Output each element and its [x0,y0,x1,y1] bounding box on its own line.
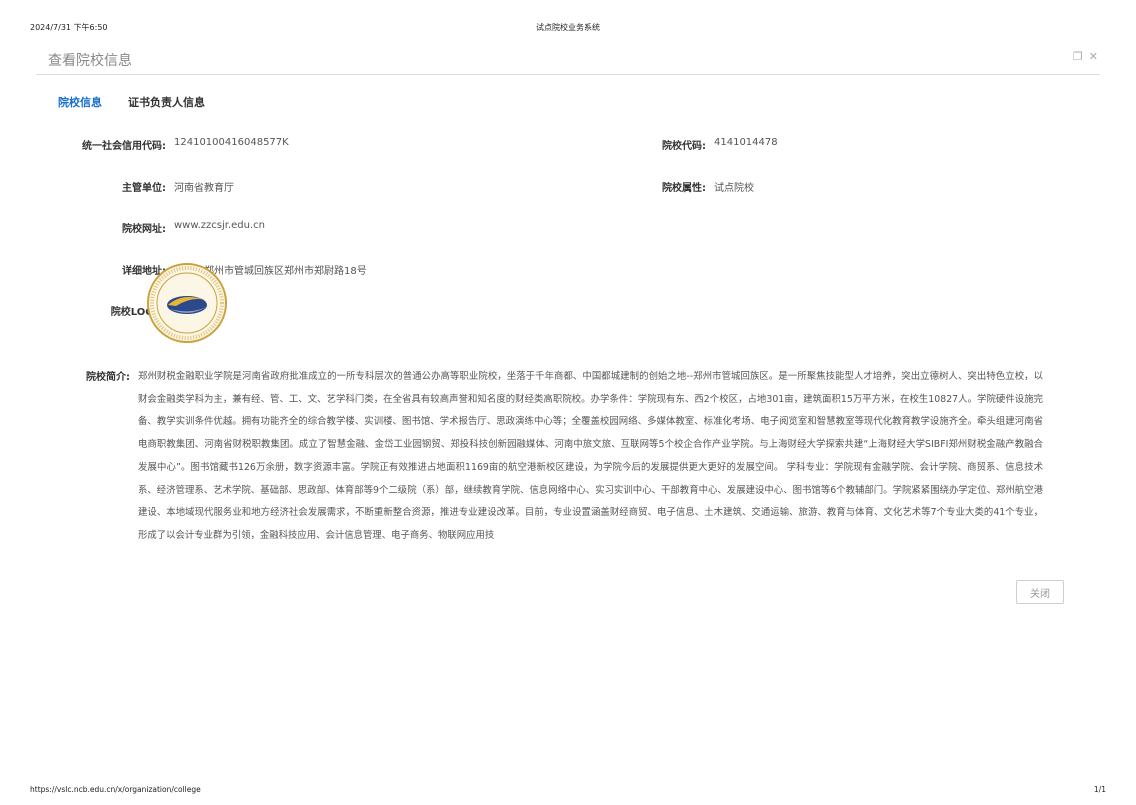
authority-value: 河南省教育厅 [174,183,234,194]
website-value[interactable]: www.zzcsjr.edu.cn [174,220,265,231]
print-page-number: 1/1 [1093,785,1106,794]
dialog-header-controls: ❐ ✕ [1073,50,1098,63]
print-page-title: 试点院校业务系统 [536,23,600,32]
credit-code-label: 统一社会信用代码: [82,141,166,152]
tab-certificate-owner[interactable]: 证书负责人信息 [128,94,205,110]
authority-label: 主管单位: [122,183,166,194]
credit-code-value: 12410100416048577K [174,137,289,148]
attribute-label: 院校属性: [662,183,706,194]
school-code-label: 院校代码: [662,141,706,152]
close-button[interactable]: 关闭 [1016,580,1064,604]
intro-label: 院校简介: [86,372,130,383]
dialog-title: 查看院校信息 [48,53,132,69]
school-code-value: 4141014478 [714,137,778,148]
tab-bar: 院校信息 证书负责人信息 [58,94,205,110]
website-label: 院校网址: [122,224,166,235]
print-footer: https://vslc.ncb.edu.cn/x/organization/c… [30,785,1106,797]
intro-text: 郑州财税金融职业学院是河南省政府批准成立的一所专科层次的普通公办高等职业院校，坐… [138,371,1043,541]
print-header: 2024/7/31 下午6:50 试点院校业务系统 [30,22,1106,36]
close-icon[interactable]: ✕ [1089,50,1098,63]
print-url: https://vslc.ncb.edu.cn/x/organization/c… [30,785,201,794]
restore-icon[interactable]: ❐ [1073,50,1083,63]
attribute-value: 试点院校 [714,183,754,194]
dialog-header: 查看院校信息 ❐ ✕ [36,44,1100,75]
tab-school-info[interactable]: 院校信息 [58,94,102,110]
school-logo [147,263,227,343]
